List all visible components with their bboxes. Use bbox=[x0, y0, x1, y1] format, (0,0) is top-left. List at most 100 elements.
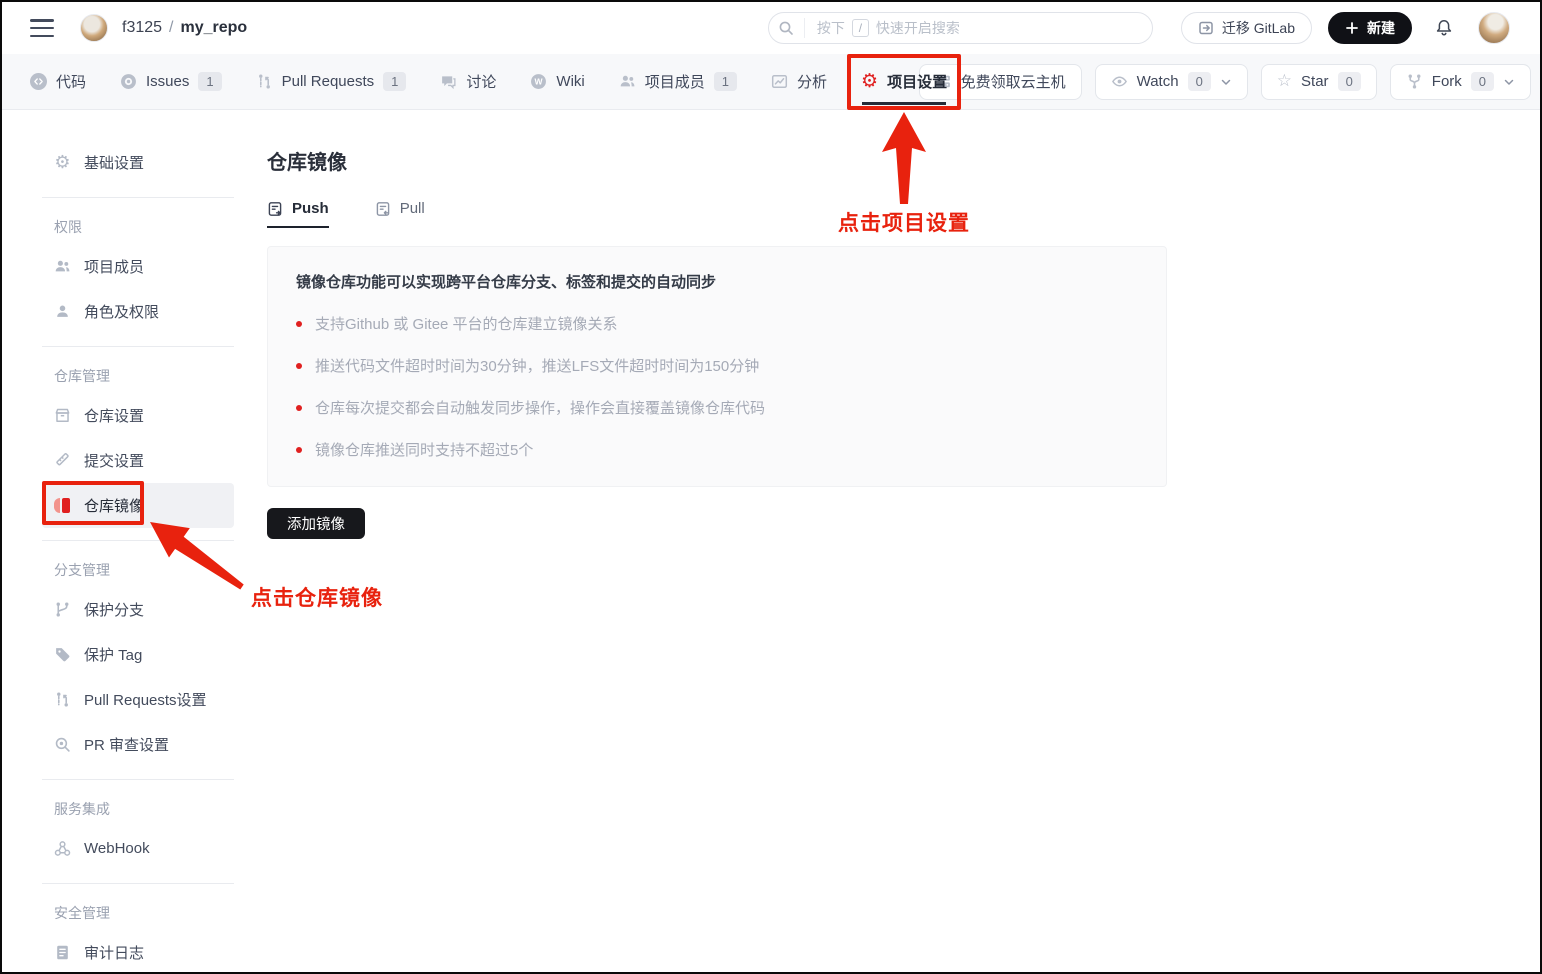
pull-request-icon bbox=[54, 691, 71, 708]
pull-icon bbox=[375, 201, 391, 217]
sidebar-section-security: 安全管理 bbox=[42, 896, 234, 930]
sidebar-divider bbox=[42, 883, 234, 884]
search-icon bbox=[769, 18, 805, 38]
gear-icon: ⚙ bbox=[54, 154, 71, 172]
sidebar-item-members[interactable]: 项目成员 bbox=[42, 244, 234, 289]
webhook-icon bbox=[54, 840, 71, 857]
pull-requests-count-badge: 1 bbox=[383, 72, 406, 91]
wiki-icon: W bbox=[530, 73, 547, 90]
bullet-dot bbox=[296, 321, 302, 327]
fork-button[interactable]: Fork 0 bbox=[1390, 64, 1531, 100]
new-button[interactable]: 新建 bbox=[1328, 12, 1412, 44]
tab-project-settings[interactable]: ⚙ 项目设置 点击项目设置 bbox=[861, 71, 947, 92]
breadcrumb: f3125 / my_repo bbox=[122, 19, 247, 37]
breadcrumb-repo[interactable]: my_repo bbox=[181, 19, 248, 36]
info-bullet: 仓库每次提交都会自动触发同步操作，操作会直接覆盖镜像仓库代码 bbox=[296, 397, 1138, 418]
analytics-icon bbox=[771, 73, 788, 90]
tab-wiki[interactable]: W Wiki bbox=[530, 73, 584, 90]
sidebar-item-commit-settings[interactable]: 提交设置 bbox=[42, 438, 234, 483]
tab-pull-requests[interactable]: Pull Requests 1 bbox=[256, 72, 407, 91]
star-icon: ☆ bbox=[1277, 73, 1292, 90]
page-title: 仓库镜像 bbox=[267, 146, 1500, 175]
chevron-down-icon[interactable] bbox=[1220, 76, 1232, 88]
main-content: 仓库镜像 Push Pull 镜像仓库功能可以实现跨平台仓库分支、标签和提交的自… bbox=[234, 110, 1540, 972]
sidebar-item-webhook[interactable]: WebHook bbox=[42, 826, 234, 871]
chevron-down-icon[interactable] bbox=[1503, 76, 1515, 88]
bullet-dot bbox=[296, 363, 302, 369]
user-avatar[interactable] bbox=[1478, 12, 1510, 44]
mirror-icon bbox=[54, 498, 71, 513]
archive-icon bbox=[54, 407, 71, 424]
breadcrumb-separator: / bbox=[169, 19, 173, 36]
sidebar-item-protected-tags[interactable]: 保护 Tag bbox=[42, 632, 234, 677]
sidebar-item-pull-requests-settings[interactable]: Pull Requests设置 bbox=[42, 677, 234, 722]
fork-icon bbox=[1406, 73, 1423, 90]
sidebar-item-roles[interactable]: 角色及权限 bbox=[42, 289, 234, 334]
tab-pull[interactable]: Pull bbox=[375, 200, 425, 219]
branch-icon bbox=[54, 601, 71, 618]
star-button[interactable]: ☆ Star 0 bbox=[1261, 64, 1377, 100]
sidebar-item-audit-log[interactable]: 审计日志 bbox=[42, 930, 234, 974]
tag-icon bbox=[54, 646, 71, 663]
pull-request-icon bbox=[256, 73, 273, 90]
members-icon bbox=[619, 73, 636, 90]
star-count-badge: 0 bbox=[1338, 72, 1361, 91]
migrate-gitlab-button[interactable]: 迁移 GitLab bbox=[1181, 12, 1312, 44]
sidebar-item-basic-settings[interactable]: ⚙ 基础设置 bbox=[42, 140, 234, 185]
mirror-info-panel: 镜像仓库功能可以实现跨平台仓库分支、标签和提交的自动同步 支持Github 或 … bbox=[267, 246, 1167, 487]
person-icon bbox=[54, 303, 71, 320]
tab-members[interactable]: 项目成员 1 bbox=[619, 71, 737, 92]
tab-discussion[interactable]: 讨论 bbox=[440, 71, 496, 92]
discussion-icon bbox=[440, 73, 457, 90]
settings-sidebar: ⚙ 基础设置 权限 项目成员 角色及权限 仓库管理 bbox=[42, 110, 234, 972]
tab-push[interactable]: Push bbox=[267, 200, 329, 219]
sidebar-item-repo-settings[interactable]: 仓库设置 bbox=[42, 393, 234, 438]
info-bullet: 镜像仓库推送同时支持不超过5个 bbox=[296, 439, 1138, 460]
sidebar-item-pr-review-settings[interactable]: PR 审查设置 bbox=[42, 722, 234, 767]
info-bullet-list: 支持Github 或 Gitee 平台的仓库建立镜像关系 推送代码文件超时时间为… bbox=[296, 313, 1138, 460]
search-placeholder: 按下 / 快速开启搜索 bbox=[805, 18, 960, 38]
sidebar-item-protected-branches[interactable]: 保护分支 bbox=[42, 587, 234, 632]
sidebar-section-repo-management: 仓库管理 bbox=[42, 359, 234, 393]
repo-tabs: 代码 Issues 1 Pull Requests 1 bbox=[30, 71, 919, 92]
page-body: ⚙ 基础设置 权限 项目成员 角色及权限 仓库管理 bbox=[2, 110, 1540, 972]
info-bullet: 推送代码文件超时时间为30分钟，推送LFS文件超时时间为150分钟 bbox=[296, 355, 1138, 376]
mirror-direction-tabs: Push Pull bbox=[267, 200, 1500, 219]
fork-count-badge: 0 bbox=[1471, 72, 1494, 91]
bullet-dot bbox=[296, 447, 302, 453]
sidebar-divider bbox=[42, 540, 234, 541]
team-icon bbox=[54, 258, 71, 275]
sidebar-section-integrations: 服务集成 bbox=[42, 792, 234, 826]
gear-icon: ⚙ bbox=[861, 72, 878, 91]
sidebar-divider bbox=[42, 197, 234, 198]
issues-count-badge: 1 bbox=[198, 72, 221, 91]
hamburger-menu-icon[interactable] bbox=[30, 19, 54, 37]
repo-action-buttons: 免费领取云主机 Watch 0 ☆ Star 0 bbox=[919, 64, 1512, 100]
repo-avatar[interactable] bbox=[80, 14, 108, 42]
sidebar-divider bbox=[42, 346, 234, 347]
push-icon bbox=[267, 201, 283, 217]
audit-log-icon bbox=[54, 944, 71, 961]
tab-issues[interactable]: Issues 1 bbox=[120, 72, 222, 91]
sidebar-item-repo-mirror[interactable]: 仓库镜像 点击仓库镜像 bbox=[42, 483, 234, 528]
svg-text:W: W bbox=[535, 77, 544, 87]
info-bullet: 支持Github 或 Gitee 平台的仓库建立镜像关系 bbox=[296, 313, 1138, 334]
notifications-bell-icon[interactable] bbox=[1434, 18, 1454, 38]
bullet-dot bbox=[296, 405, 302, 411]
watch-icon bbox=[1111, 73, 1128, 90]
tab-code[interactable]: 代码 bbox=[30, 71, 86, 92]
code-icon bbox=[30, 73, 47, 90]
members-count-badge: 1 bbox=[714, 72, 737, 91]
add-mirror-button[interactable]: 添加镜像 bbox=[267, 508, 365, 539]
breadcrumb-owner[interactable]: f3125 bbox=[122, 19, 162, 36]
sidebar-divider bbox=[42, 779, 234, 780]
search-input[interactable]: 按下 / 快速开启搜索 bbox=[768, 12, 1153, 44]
active-tab-underline bbox=[862, 102, 946, 105]
commit-icon bbox=[54, 452, 71, 469]
repo-nav-bar: 代码 Issues 1 Pull Requests 1 bbox=[2, 54, 1540, 110]
sidebar-section-branch-management: 分支管理 bbox=[42, 553, 234, 587]
app-window: f3125 / my_repo 按下 / 快速开启搜索 迁移 GitLab 新建 bbox=[0, 0, 1542, 974]
plus-icon bbox=[1345, 21, 1359, 35]
tab-analytics[interactable]: 分析 bbox=[771, 71, 827, 92]
watch-button[interactable]: Watch 0 bbox=[1095, 64, 1248, 100]
